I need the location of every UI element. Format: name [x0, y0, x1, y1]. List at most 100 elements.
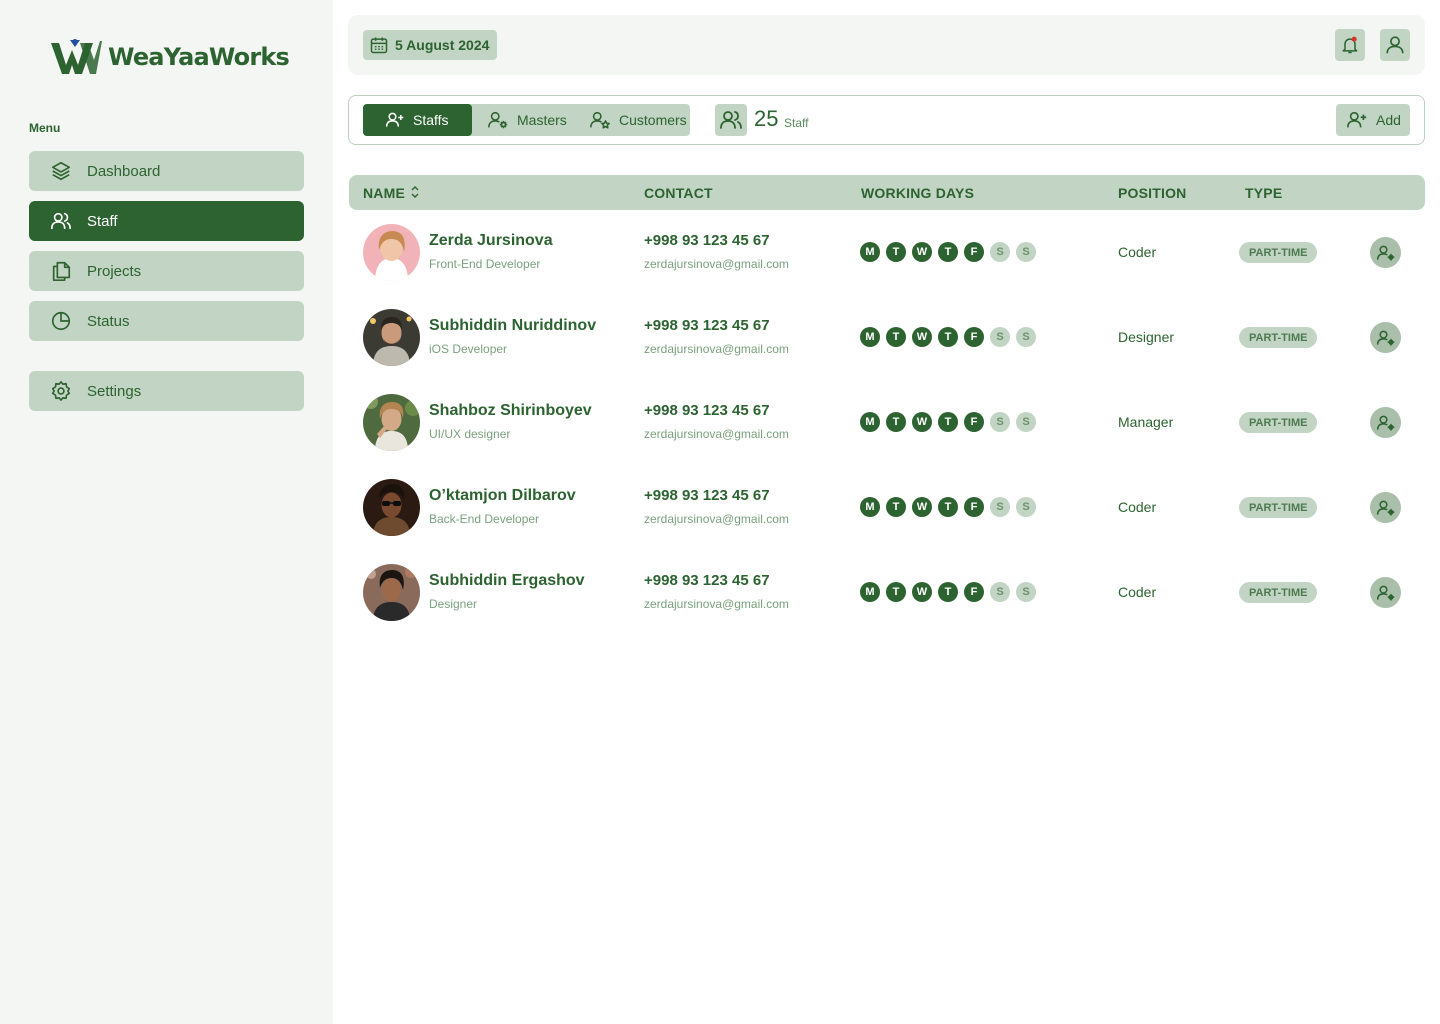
staff-phone[interactable]: +998 93 123 45 67: [644, 487, 770, 504]
staff-email[interactable]: zerdajursinova@gmail.com: [644, 257, 789, 271]
staff-name: O’ktamjon Dilbarov: [429, 487, 576, 504]
day-indicator: W: [912, 582, 932, 602]
staff-phone[interactable]: +998 93 123 45 67: [644, 572, 770, 589]
day-indicator: S: [990, 582, 1010, 602]
day-indicator: S: [1016, 242, 1036, 262]
column-header-position: POSITION: [1118, 185, 1187, 201]
staff-name: Shahboz Shirinboyev: [429, 402, 592, 419]
tab-masters[interactable]: Masters: [475, 104, 575, 136]
day-indicator: T: [886, 327, 906, 347]
calendar-icon: [370, 37, 388, 54]
staff-role: UI/UX designer: [429, 427, 511, 441]
staff-name: Zerda Jursinova: [429, 232, 553, 249]
add-button-label: Add: [1376, 112, 1401, 128]
day-indicator: M: [860, 582, 880, 602]
user-settings-icon: [488, 111, 508, 129]
staff-phone[interactable]: +998 93 123 45 67: [644, 402, 770, 419]
staff-position: Coder: [1118, 584, 1157, 600]
avatar[interactable]: [363, 224, 420, 281]
day-indicator: T: [938, 412, 958, 432]
day-indicator: S: [1016, 582, 1036, 602]
day-indicator: S: [990, 497, 1010, 517]
staff-role: Designer: [429, 597, 478, 611]
table-row[interactable]: Subhiddin Nuriddinov iOS Developer +998 …: [349, 295, 1425, 380]
column-header-name[interactable]: NAME: [363, 185, 405, 201]
avatar[interactable]: [363, 479, 420, 536]
brand-logo[interactable]: WeaYaaWorks: [50, 38, 290, 76]
staff-count-icon: [715, 104, 747, 136]
date-chip[interactable]: 5 August 2024: [363, 30, 498, 60]
user-settings-icon: [1376, 415, 1394, 430]
day-indicator: T: [938, 497, 958, 517]
staff-role: Back-End Developer: [429, 512, 540, 526]
user-settings-icon: [1376, 245, 1394, 260]
column-header-working-days: WORKING DAYS: [861, 185, 975, 201]
tab-label: Customers: [619, 112, 687, 128]
brand-name: WeaYaaWorks: [108, 43, 290, 71]
bell-icon: [1342, 36, 1358, 54]
tab-staffs[interactable]: Staffs: [363, 104, 472, 136]
table-row[interactable]: O’ktamjon Dilbarov Back-End Developer +9…: [349, 465, 1425, 550]
working-days: M T W T F S S: [860, 242, 1042, 262]
day-indicator: M: [860, 242, 880, 262]
manage-user-button[interactable]: [1370, 492, 1401, 523]
staff-phone[interactable]: +998 93 123 45 67: [644, 317, 770, 334]
column-header-contact: CONTACT: [644, 185, 713, 201]
avatar[interactable]: [363, 564, 420, 621]
tab-customers[interactable]: Customers: [579, 104, 690, 136]
manage-user-button[interactable]: [1370, 237, 1401, 268]
table-row[interactable]: Subhiddin Ergashov Designer +998 93 123 …: [349, 550, 1425, 635]
manage-user-button[interactable]: [1370, 577, 1401, 608]
day-indicator: M: [860, 497, 880, 517]
add-user-icon: [385, 112, 404, 127]
sidebar-item-staff[interactable]: Staff: [29, 201, 304, 241]
sidebar-item-projects[interactable]: Projects: [29, 251, 304, 291]
sidebar-item-settings[interactable]: Settings: [29, 371, 304, 411]
add-user-icon: [1347, 111, 1367, 128]
type-badge: PART-TIME: [1239, 497, 1318, 518]
staff-email[interactable]: zerdajursinova@gmail.com: [644, 512, 789, 526]
profile-button[interactable]: [1380, 29, 1410, 61]
logo-mark-icon: [51, 39, 102, 74]
avatar[interactable]: [363, 394, 420, 451]
top-bar: 5 August 2024: [348, 15, 1425, 75]
tab-label: Masters: [517, 112, 567, 128]
manage-user-button[interactable]: [1370, 407, 1401, 438]
table-header: NAME CONTACT WORKING DAYS POSITION TYPE: [349, 175, 1425, 210]
notifications-button[interactable]: [1335, 29, 1365, 61]
staff-role: iOS Developer: [429, 342, 508, 356]
staff-email[interactable]: zerdajursinova@gmail.com: [644, 597, 789, 611]
tab-label: Staffs: [413, 112, 449, 128]
add-staff-button[interactable]: Add: [1336, 104, 1410, 136]
table-row[interactable]: Zerda Jursinova Front-End Developer +998…: [349, 210, 1425, 295]
staff-position: Coder: [1118, 499, 1157, 515]
user-settings-icon: [1376, 585, 1394, 600]
manage-user-button[interactable]: [1370, 322, 1401, 353]
pie-chart-icon: [49, 309, 73, 333]
working-days: M T W T F S S: [860, 412, 1042, 432]
staff-toolbar: Staffs Masters Customers 25 Staff Add: [348, 95, 1425, 145]
staff-position: Coder: [1118, 244, 1157, 260]
day-indicator: S: [990, 327, 1010, 347]
staff-email[interactable]: zerdajursinova@gmail.com: [644, 342, 789, 356]
day-indicator: F: [964, 497, 984, 517]
day-indicator: T: [938, 242, 958, 262]
day-indicator: T: [886, 242, 906, 262]
user-settings-icon: [1376, 330, 1394, 345]
day-indicator: F: [964, 582, 984, 602]
sidebar-item-label: Settings: [87, 382, 142, 400]
sort-icon[interactable]: [411, 185, 419, 204]
staff-position: Designer: [1118, 329, 1175, 345]
day-indicator: W: [912, 327, 932, 347]
sidebar-item-dashboard[interactable]: Dashboard: [29, 151, 304, 191]
table-row[interactable]: Shahboz Shirinboyev UI/UX designer +998 …: [349, 380, 1425, 465]
user-star-icon: [590, 111, 610, 129]
staff-count-unit: Staff: [784, 116, 809, 130]
day-indicator: T: [938, 327, 958, 347]
sidebar-item-label: Staff: [87, 212, 118, 230]
avatar[interactable]: [363, 309, 420, 366]
staff-phone[interactable]: +998 93 123 45 67: [644, 232, 770, 249]
working-days: M T W T F S S: [860, 327, 1042, 347]
sidebar-item-status[interactable]: Status: [29, 301, 304, 341]
staff-email[interactable]: zerdajursinova@gmail.com: [644, 427, 789, 441]
